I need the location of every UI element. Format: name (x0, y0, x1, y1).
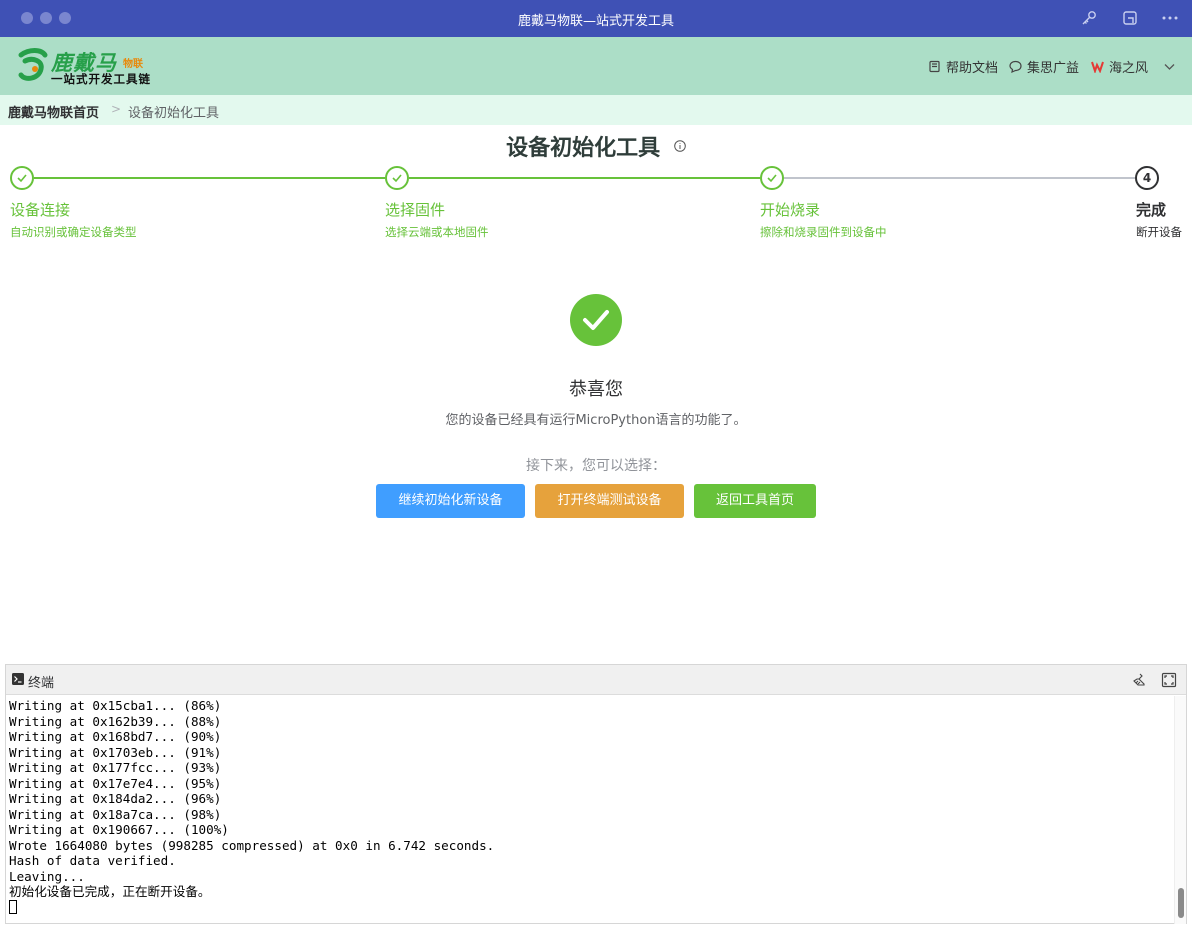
breadcrumb-home[interactable]: 鹿戴马物联首页 (8, 102, 99, 121)
terminal-line: Writing at 0x15cba1... (86%) (9, 698, 222, 713)
app-logo[interactable]: 鹿戴马 物联 一站式开发工具链 (15, 45, 155, 89)
terminal-line: Writing at 0x17e7e4... (95%) (9, 775, 222, 791)
terminal-line: Writing at 0x18a7ca... (98%) (9, 806, 222, 822)
back-home-button[interactable]: 返回工具首页 (694, 484, 816, 518)
terminal-scrollbar-thumb[interactable] (1178, 888, 1184, 918)
book-icon (929, 60, 940, 73)
logo-badge: 物联 (123, 59, 143, 70)
more-icon[interactable] (1161, 9, 1179, 27)
step-2-title: 选择固件 (385, 201, 446, 219)
step-2-check-icon (385, 166, 409, 190)
chevron-down-icon (1164, 64, 1175, 70)
chat-icon (1009, 60, 1022, 73)
terminal-line: Writing at 0x162b39... (88%) (9, 713, 222, 729)
success-check-icon (570, 294, 622, 346)
step-1-title: 设备连接 (10, 201, 71, 219)
page-title: 设备初始化工具 (506, 136, 661, 161)
terminal-prompt-line[interactable] (9, 899, 1169, 916)
terminal-line: Writing at 0x168bd7... (90%) (9, 729, 222, 744)
step-4-desc: 断开设备 (1136, 225, 1182, 239)
page-title-wrap: 设备初始化工具 (0, 130, 1192, 162)
logo-mark-icon (18, 48, 48, 81)
terminal-output[interactable]: Writing at 0x15cba1... (86%) Writing at 0… (9, 698, 1169, 922)
terminal-scrollbar[interactable] (1174, 696, 1186, 924)
window-title: 鹿戴马物联—站式开发工具 (517, 14, 674, 29)
user-avatar-icon (1091, 61, 1104, 73)
step-connector (34, 177, 385, 179)
terminal-line: Wrote 1664080 bytes (998285 compressed) … (9, 837, 495, 853)
open-terminal-button[interactable]: 打开终端测试设备 (535, 484, 684, 518)
result-subtitle: 您的设备已经具有运行MicroPython语言的功能了。 (445, 413, 747, 428)
breadcrumb: 鹿戴马物联首页 > 设备初始化工具 (0, 95, 1192, 125)
step-3-check-icon (760, 166, 784, 190)
logo-slogan: 一站式开发工具链 (51, 72, 151, 86)
terminal-line: 初始化设备已完成，正在断开设备。 (9, 884, 211, 899)
step-2-desc: 选择云端或本地固件 (385, 225, 489, 239)
nav-help-docs[interactable]: 帮助文档 (928, 57, 998, 76)
terminal-icon (12, 673, 24, 685)
step-1-desc: 自动识别或确定设备类型 (10, 225, 137, 239)
app-header: 鹿戴马 物联 一站式开发工具链 帮助文档 集思广益 海之风 (0, 37, 1192, 95)
nav-help-label: 帮助文档 (946, 61, 999, 76)
user-name: 海之风 (1109, 61, 1149, 76)
next-steps-label: 接下来，您可以选择： (526, 458, 666, 474)
fullscreen-icon[interactable] (1161, 672, 1177, 688)
terminal-title: 终端 (28, 676, 55, 691)
terminal-line: Writing at 0x184da2... (96%) (9, 791, 222, 806)
terminal-cursor (9, 899, 17, 914)
step-4-number: 4 (1135, 166, 1159, 190)
nav-community[interactable]: 集思广益 (1009, 57, 1079, 76)
step-4-title: 完成 (1136, 201, 1167, 219)
continue-init-button[interactable]: 继续初始化新设备 (376, 484, 525, 518)
key-icon[interactable] (1080, 9, 1098, 27)
step-connector (409, 177, 760, 179)
step-1-check-icon (10, 166, 34, 190)
info-icon[interactable] (674, 140, 686, 152)
step-3-title: 开始烧录 (760, 201, 821, 219)
breadcrumb-current: 设备初始化工具 (128, 106, 220, 121)
share-window-icon[interactable] (1121, 9, 1139, 27)
terminal-line: Hash of data verified. (9, 853, 176, 868)
terminal-panel: 终端 Writing at 0x15cba1... (86%) Writing a… (5, 664, 1187, 924)
clear-terminal-brush-icon[interactable] (1131, 672, 1147, 688)
terminal-line: Writing at 0x1703eb... (91%) (9, 744, 222, 760)
window-titlebar: 鹿戴马物联—站式开发工具 (0, 0, 1192, 37)
terminal-header: 终端 (6, 665, 1186, 695)
result-title: 恭喜您 (569, 379, 623, 400)
user-menu[interactable]: 海之风 (1091, 57, 1181, 76)
step-3-desc: 擦除和烧录固件到设备中 (760, 225, 887, 239)
terminal-line: Leaving... (9, 868, 85, 884)
breadcrumb-separator: > (111, 102, 122, 116)
step-connector (784, 177, 1135, 179)
terminal-line: Writing at 0x190667... (100%) (9, 822, 229, 837)
nav-community-label: 集思广益 (1027, 61, 1080, 76)
terminal-line: Writing at 0x177fcc... (93%) (9, 760, 222, 775)
